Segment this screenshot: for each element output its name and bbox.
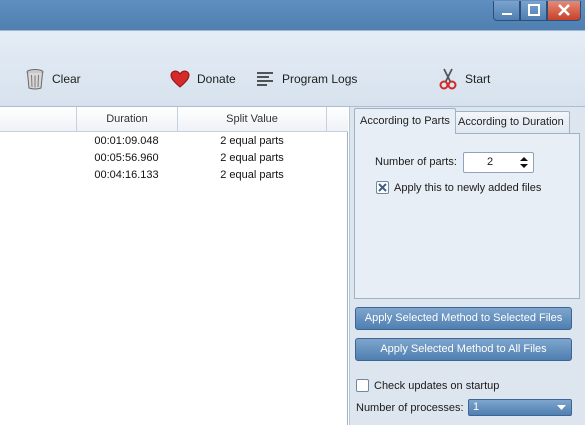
donate-label: Donate: [197, 72, 236, 86]
split-value-cell: 2 equal parts: [220, 135, 284, 147]
processes-value: 1: [473, 401, 480, 413]
split-options-panel: According to Parts According to Duration…: [349, 107, 585, 425]
check-updates-checkbox[interactable]: [356, 379, 369, 392]
tab-content: Number of parts: 2 Apply this to newly a…: [354, 133, 580, 299]
split-value-cell: 2 equal parts: [220, 152, 284, 164]
start-label: Start: [465, 72, 491, 86]
program-logs-label: Program Logs: [282, 72, 358, 86]
apply-all-button[interactable]: Apply Selected Method to All Files: [355, 338, 572, 361]
close-icon: [558, 4, 570, 16]
check-updates-label: Check updates on startup: [374, 380, 500, 392]
file-list[interactable]: Duration Split Value 00:01:09.048 2 equa…: [0, 107, 348, 425]
parts-value: 2: [487, 156, 494, 168]
toolbar: Clear Donate Program Logs Start: [0, 30, 585, 107]
column-header-split-value[interactable]: Split Value: [177, 107, 327, 132]
column-header-duration[interactable]: Duration: [76, 107, 177, 132]
program-logs-button[interactable]: Program Logs: [254, 67, 357, 91]
chevron-down-icon: [557, 405, 566, 410]
minimize-icon: [501, 13, 512, 15]
apply-selected-button[interactable]: Apply Selected Method to Selected Files: [355, 307, 572, 330]
spin-arrows-icon[interactable]: [518, 154, 530, 171]
table-row[interactable]: 00:04:16.133 2 equal parts: [0, 167, 348, 184]
clear-button[interactable]: Clear: [24, 67, 81, 91]
start-button[interactable]: Start: [437, 67, 490, 91]
duration-cell: 00:01:09.048: [94, 135, 159, 147]
parts-stepper[interactable]: 2: [463, 152, 534, 173]
processes-select[interactable]: 1: [468, 399, 572, 416]
apply-new-checkbox[interactable]: [376, 181, 389, 194]
donate-button[interactable]: Donate: [169, 67, 236, 91]
trash-icon: [24, 68, 46, 90]
table-row[interactable]: 00:05:56.960 2 equal parts: [0, 150, 348, 167]
clear-label: Clear: [52, 72, 81, 86]
scissors-icon: [437, 68, 459, 90]
maximize-button[interactable]: [520, 1, 547, 21]
table-row[interactable]: 00:01:09.048 2 equal parts: [0, 133, 348, 150]
list-header: Duration Split Value: [0, 107, 348, 132]
tab-according-to-duration[interactable]: According to Duration: [452, 111, 570, 133]
checkmark-icon: [378, 183, 387, 192]
title-bar: [0, 0, 585, 30]
processes-label: Number of processes:: [356, 402, 464, 414]
parts-label: Number of parts:: [375, 156, 457, 168]
tab-according-to-parts[interactable]: According to Parts: [354, 108, 456, 134]
duration-cell: 00:04:16.133: [94, 169, 159, 181]
apply-new-label: Apply this to newly added files: [394, 182, 542, 194]
duration-cell: 00:05:56.960: [94, 152, 159, 164]
maximize-icon: [527, 4, 540, 16]
close-button[interactable]: [547, 1, 581, 21]
minimize-button[interactable]: [493, 1, 520, 21]
split-value-cell: 2 equal parts: [220, 169, 284, 181]
heart-icon: [169, 68, 191, 90]
logs-icon: [254, 68, 276, 90]
